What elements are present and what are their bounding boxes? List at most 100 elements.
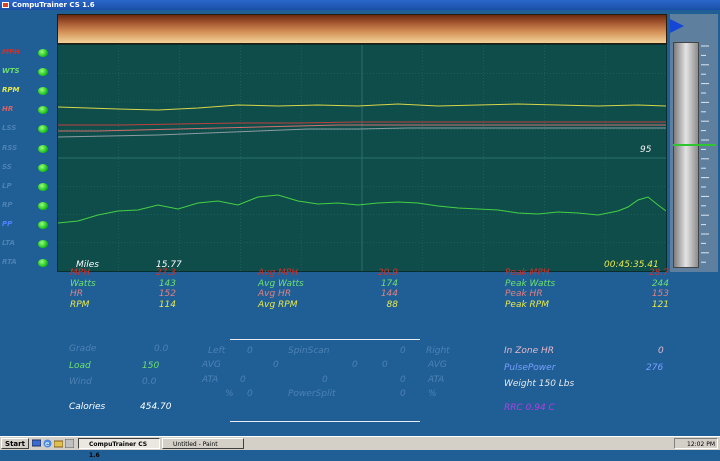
rrc-label: RRC 0.94 C	[504, 403, 555, 413]
current-watts-value: 143	[158, 278, 176, 289]
channel-toggle-rta[interactable]	[38, 259, 48, 268]
wind-value: 0.0	[142, 377, 157, 387]
average-avg-rpm-label: Avg RPM	[258, 299, 298, 310]
channel-toggle-hr[interactable]	[38, 106, 48, 115]
channel-label-hr: HR	[2, 105, 14, 114]
window-title: CompuTrainer CS 1.6	[12, 1, 95, 9]
task-computrainer[interactable]: CompuTrainer CS 1.6	[78, 438, 160, 459]
gauge-scale	[701, 45, 709, 263]
grade-value: 0.0	[154, 344, 169, 354]
in-zone-hr-label: In Zone HR	[504, 346, 555, 356]
peak-peak-rpm-label: Peak RPM	[505, 299, 549, 310]
task-paint-label: Untitled - Paint	[173, 441, 218, 448]
channel-label-rp: RP	[2, 200, 13, 209]
average-avg-mph-label: Avg MPH	[258, 268, 299, 278]
channel-toggle-mph[interactable]	[38, 49, 48, 57]
peak-peak-hr-value: 153	[651, 289, 669, 299]
channel-toggle-lp[interactable]	[38, 182, 48, 191]
channel-toggle-rss[interactable]	[38, 144, 48, 153]
wind-label: Wind	[69, 377, 92, 387]
percent-value-2: 0	[400, 389, 406, 399]
load-value: 150	[142, 361, 160, 371]
peak-peak-rpm-value: 121	[651, 299, 669, 310]
channel-label-rpm: RPM	[2, 86, 20, 95]
channel-toggle-lss[interactable]	[38, 125, 48, 134]
window-titlebar: CompuTrainer CS 1.6	[0, 0, 720, 10]
clock[interactable]: 12:02 PM	[687, 441, 715, 448]
svg-text:e: e	[45, 440, 49, 448]
peak-peak-mph-label: Peak MPH	[505, 268, 550, 278]
channel-label-rss: RSS	[2, 143, 18, 152]
start-button[interactable]: Start	[1, 438, 29, 449]
current-rpm-value: 114	[158, 299, 176, 310]
ata-left-label: ATA	[202, 375, 219, 385]
channel-label-lta: LTA	[2, 239, 15, 247]
current-hr-label: HR	[70, 289, 84, 299]
peak-peak-mph-value: 28.7	[648, 268, 669, 278]
course-profile-banner	[57, 14, 667, 44]
avg-left-label: AVG	[202, 360, 221, 370]
channel-label-lss: LSS	[2, 124, 17, 133]
avg-value-3: 0	[382, 360, 388, 370]
current-mph-label: MPH	[70, 268, 90, 278]
ata-right-label: ATA	[428, 375, 445, 385]
media-icon[interactable]	[65, 439, 74, 448]
current-mph-value: 27.3	[155, 268, 176, 278]
scope-value-label: 95	[640, 145, 652, 155]
percent-value-1: 0	[247, 389, 253, 399]
channel-toggle-wts[interactable]	[38, 68, 48, 77]
app-body: MPH WTS RPM HR LSS RSS SS LP RP PP LTA RTA 95 Miles…	[0, 10, 720, 436]
channel-toggle-lta[interactable]	[38, 240, 48, 248]
current-watts-label: Watts	[70, 278, 96, 289]
desktop-icon[interactable]	[32, 439, 41, 448]
start-label: Start	[5, 440, 25, 448]
avg-right-label: AVG	[428, 360, 447, 370]
scope-svg	[58, 45, 666, 271]
average-avg-mph-value: 20.9	[377, 268, 398, 278]
channel-toggle-pp[interactable]	[38, 220, 48, 229]
system-tray: 12:02 PM	[674, 438, 718, 449]
oscilloscope-display: 95 Miles 15.77 00:45:35.41	[57, 44, 667, 272]
calories-label: Calories	[69, 402, 106, 412]
spinscan-right-value: 0	[400, 346, 406, 356]
task-computrainer-label: CompuTrainer CS 1.6	[89, 441, 148, 459]
current-rpm-label: RPM	[70, 299, 90, 310]
in-zone-hr-value: 0	[658, 346, 664, 356]
ata-value-1: 0	[240, 375, 246, 385]
peak-peak-hr-label: Peak HR	[505, 289, 543, 299]
weight-label: Weight 150 Lbs	[504, 379, 575, 389]
load-label: Load	[69, 361, 91, 371]
spinscan-left-label: Left	[208, 346, 226, 356]
channel-toggle-rpm[interactable]	[38, 87, 48, 96]
peak-peak-watts-value: 244	[651, 278, 669, 289]
app-icon	[2, 2, 9, 8]
task-paint[interactable]: Untitled - Paint	[162, 438, 244, 449]
channel-label-pp: PP	[2, 219, 13, 228]
ata-value-2: 0	[322, 375, 328, 385]
channel-toggle-rp[interactable]	[38, 201, 48, 210]
pulsepower-label: PulsePower	[504, 363, 556, 373]
explorer-icon[interactable]	[54, 439, 63, 448]
percent-right-label: %	[428, 389, 437, 399]
play-marker-icon[interactable]	[670, 19, 684, 33]
scope-grid	[58, 45, 666, 271]
spinscan-title: SpinScan	[288, 346, 330, 356]
channel-label-ss: SS	[2, 162, 12, 171]
channel-label-wts: WTS	[2, 67, 20, 76]
percent-left-label: %	[225, 389, 234, 399]
spinscan-top-line	[230, 339, 420, 340]
channel-label-lp: LP	[2, 181, 12, 190]
calories-value: 454.70	[140, 402, 172, 412]
channel-toggle-ss[interactable]	[38, 163, 48, 172]
spinscan-bottom-line	[230, 421, 420, 422]
peak-peak-watts-label: Peak Watts	[505, 278, 556, 289]
average-avg-rpm-value: 88	[386, 299, 398, 310]
ie-icon[interactable]: e	[43, 439, 52, 448]
average-avg-hr-value: 144	[380, 289, 398, 299]
average-avg-hr-label: Avg HR	[258, 289, 292, 299]
pulsepower-value: 276	[646, 363, 664, 373]
avg-value-2: 0	[352, 360, 358, 370]
powersplit-title: PowerSplit	[288, 389, 336, 399]
spinscan-left-value: 0	[247, 346, 253, 356]
current-hr-value: 152	[158, 289, 176, 299]
